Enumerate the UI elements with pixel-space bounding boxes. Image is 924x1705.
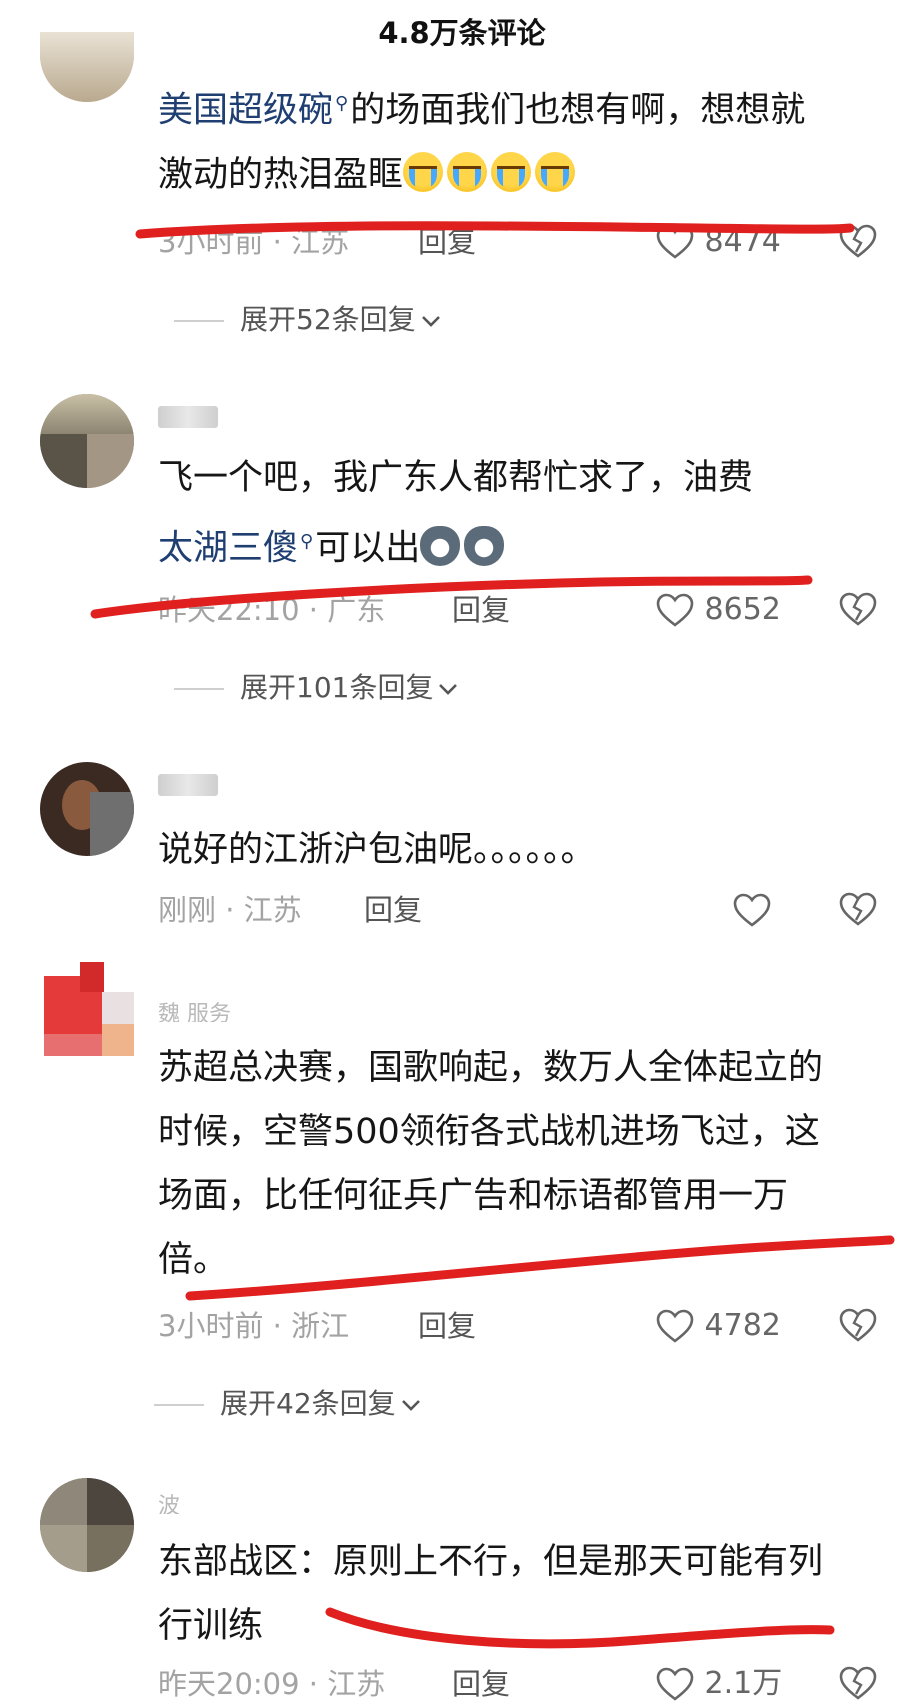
chevron-down-icon bbox=[401, 1400, 420, 1411]
cry-emoji bbox=[535, 151, 576, 192]
like-count: 8474 bbox=[704, 224, 781, 259]
search-icon[interactable]: ⚲ bbox=[300, 510, 313, 574]
comment-meta: 刚刚 · 江苏 bbox=[158, 893, 302, 927]
comment-meta: 3小时前 · 浙江 bbox=[158, 1309, 350, 1343]
divider bbox=[174, 688, 224, 690]
reply-button[interactable]: 回复 bbox=[452, 590, 510, 630]
reply-button[interactable]: 回复 bbox=[418, 1306, 476, 1346]
like-button[interactable]: 8652 bbox=[655, 590, 781, 630]
comment-text: 说好的江浙沪包油呢。。。。。。 bbox=[158, 830, 596, 870]
username[interactable] bbox=[158, 772, 218, 798]
topic-link[interactable]: 太湖三傻 bbox=[158, 529, 298, 569]
avatar[interactable] bbox=[40, 1478, 134, 1572]
heart-icon bbox=[656, 225, 694, 259]
broken-heart-icon[interactable] bbox=[838, 590, 878, 630]
broken-heart-icon[interactable] bbox=[838, 890, 878, 930]
avatar[interactable] bbox=[40, 762, 134, 856]
comment-text: 美国超级碗 ⚲的场面我们也想有啊，想想就 激动的热泪盈眶 bbox=[158, 72, 888, 207]
cry-emoji bbox=[491, 151, 532, 192]
chevron-down-icon bbox=[439, 684, 458, 695]
like-count: 4782 bbox=[704, 1308, 781, 1343]
comment-meta: 昨天20:09 · 江苏 bbox=[158, 1667, 386, 1701]
heart-icon bbox=[733, 893, 771, 927]
avatar[interactable] bbox=[40, 394, 134, 488]
like-button[interactable] bbox=[732, 890, 772, 930]
broken-heart-icon[interactable] bbox=[838, 1306, 878, 1346]
search-icon[interactable]: ⚲ bbox=[335, 72, 348, 136]
avatar[interactable] bbox=[40, 962, 134, 1056]
reply-button[interactable]: 回复 bbox=[418, 222, 476, 262]
reply-button[interactable]: 回复 bbox=[452, 1664, 510, 1704]
expand-replies-button[interactable]: 展开52条回复 bbox=[174, 300, 444, 340]
reply-button[interactable]: 回复 bbox=[364, 890, 422, 930]
broken-heart-icon[interactable] bbox=[838, 222, 878, 262]
husky-emoji bbox=[464, 525, 505, 566]
topic-link[interactable]: 美国超级碗 bbox=[158, 91, 333, 131]
heart-icon bbox=[656, 1667, 694, 1701]
like-button[interactable]: 2.1万 bbox=[655, 1664, 782, 1704]
avatar[interactable] bbox=[40, 32, 134, 102]
like-button[interactable]: 4782 bbox=[655, 1306, 781, 1346]
like-count: 8652 bbox=[704, 592, 781, 627]
chevron-down-icon bbox=[421, 316, 440, 327]
broken-heart-icon[interactable] bbox=[838, 1664, 878, 1704]
comments-count-title: 4.8万条评论 bbox=[378, 16, 546, 50]
comment-meta: 昨天22:10 · 广东 bbox=[158, 593, 386, 627]
heart-icon bbox=[656, 593, 694, 627]
username[interactable]: 波 bbox=[158, 1488, 180, 1514]
comment-text: 苏超总决赛，国歌响起，数万人全体起立的 时候，空警500领衔各式战机进场飞过，这… bbox=[158, 1048, 824, 1280]
comment-text: 飞一个吧，我广东人都帮忙求了，油费 太湖三傻 ⚲可以出 bbox=[158, 446, 888, 581]
expand-replies-button[interactable]: 展开42条回复 bbox=[154, 1384, 424, 1424]
like-count: 2.1万 bbox=[704, 1666, 783, 1701]
husky-emoji bbox=[420, 525, 461, 566]
comment-text: 东部战区：原则上不行，但是那天可能有列 行训练 bbox=[158, 1542, 824, 1646]
expand-replies-button[interactable]: 展开101条回复 bbox=[174, 668, 461, 708]
like-button[interactable]: 8474 bbox=[655, 222, 781, 262]
comment-meta: 3小时前 · 江苏 bbox=[158, 225, 350, 259]
cry-emoji bbox=[447, 151, 488, 192]
divider bbox=[174, 320, 224, 322]
heart-icon bbox=[656, 1309, 694, 1343]
username[interactable] bbox=[158, 404, 218, 430]
username[interactable]: 魏 服务 bbox=[158, 996, 231, 1022]
divider bbox=[154, 1404, 204, 1406]
cry-emoji bbox=[403, 151, 444, 192]
